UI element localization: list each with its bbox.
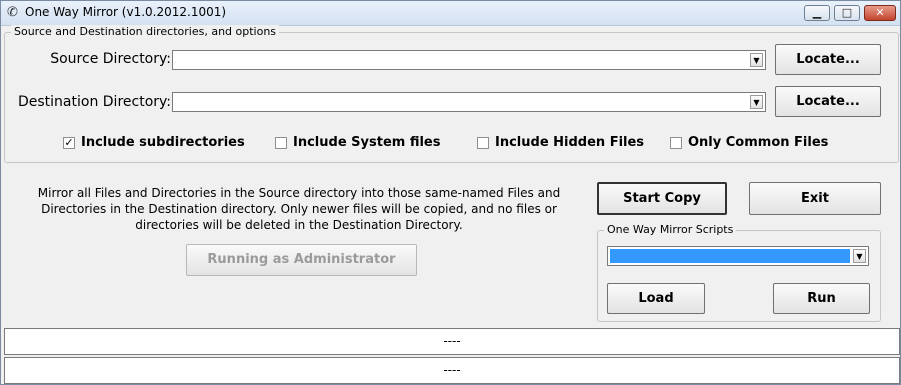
minimize-button[interactable]: ▁ xyxy=(804,5,830,21)
main-window: ✆ One Way Mirror (v1.0.2012.1001) ▁ □ ✕ … xyxy=(0,0,901,385)
include-system-files-label: Include System files xyxy=(293,135,441,150)
include-subdirectories-checkbox[interactable]: ✓ Include subdirectories xyxy=(63,135,245,150)
chevron-down-icon[interactable]: ▼ xyxy=(853,249,866,263)
source-directory-label: Source Directory: xyxy=(50,51,171,67)
only-common-files-label: Only Common Files xyxy=(688,135,829,150)
checkbox-box[interactable] xyxy=(477,136,489,149)
window-title: One Way Mirror (v1.0.2012.1001) xyxy=(25,5,227,19)
description-text: Mirror all Files and Directories in the … xyxy=(37,186,561,232)
destination-directory-combo[interactable]: ▼ xyxy=(172,92,766,112)
include-system-files-checkbox[interactable]: Include System files xyxy=(275,135,440,150)
checkbox-box[interactable]: ✓ xyxy=(63,136,75,149)
chevron-down-icon[interactable]: ▼ xyxy=(750,53,763,67)
status-line-1: ---- xyxy=(4,328,900,355)
exit-button[interactable]: Exit xyxy=(749,182,881,215)
app-icon: ✆ xyxy=(7,5,18,20)
run-button[interactable]: Run xyxy=(773,283,870,314)
maximize-button[interactable]: □ xyxy=(834,5,860,21)
include-hidden-files-label: Include Hidden Files xyxy=(495,135,645,150)
scripts-combo[interactable]: ▼ xyxy=(607,246,869,266)
status-line-2: ---- xyxy=(4,357,900,384)
source-locate-button[interactable]: Locate... xyxy=(775,44,881,75)
title-bar[interactable]: ✆ One Way Mirror (v1.0.2012.1001) ▁ □ ✕ xyxy=(1,1,900,26)
checkbox-box[interactable] xyxy=(670,136,682,149)
include-hidden-files-checkbox[interactable]: Include Hidden Files xyxy=(477,135,644,150)
destination-locate-button[interactable]: Locate... xyxy=(775,86,881,117)
scripts-group-label: One Way Mirror Scripts xyxy=(604,223,737,236)
load-button[interactable]: Load xyxy=(607,283,705,314)
checkbox-box[interactable] xyxy=(275,136,287,149)
options-group-label: Source and Destination directories, and … xyxy=(11,25,280,38)
scripts-selected-value xyxy=(610,249,850,263)
close-button[interactable]: ✕ xyxy=(864,5,896,21)
chevron-down-icon[interactable]: ▼ xyxy=(750,95,763,109)
destination-directory-label: Destination Directory: xyxy=(17,94,171,110)
source-directory-combo[interactable]: ▼ xyxy=(172,50,766,70)
start-copy-button[interactable]: Start Copy xyxy=(597,182,727,215)
running-as-administrator-button: Running as Administrator xyxy=(186,244,417,276)
only-common-files-checkbox[interactable]: Only Common Files xyxy=(670,135,828,150)
include-subdirectories-label: Include subdirectories xyxy=(81,135,245,150)
